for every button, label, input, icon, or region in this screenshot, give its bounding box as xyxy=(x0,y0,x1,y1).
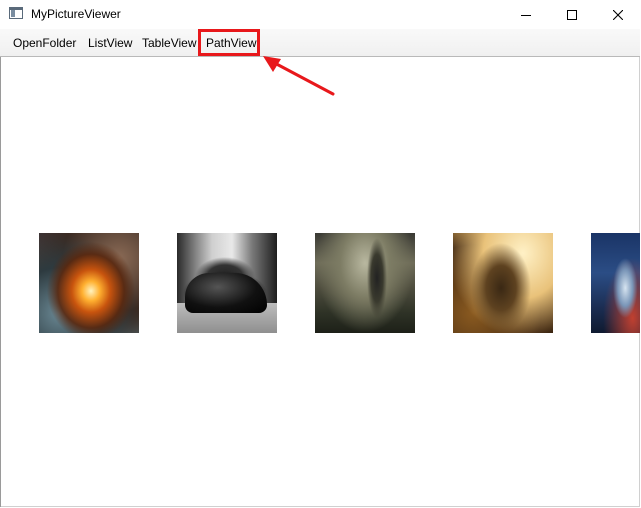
window-title: MyPictureViewer xyxy=(31,7,121,21)
minimize-button[interactable] xyxy=(503,0,549,29)
content-left-border xyxy=(0,57,1,507)
menu-item-tableview[interactable]: TableView xyxy=(142,29,196,57)
close-icon xyxy=(613,9,623,20)
annotation-highlight-box xyxy=(198,29,260,56)
thumbnail-ruins-image[interactable] xyxy=(315,233,415,333)
minimize-icon xyxy=(521,14,531,16)
title-bar[interactable]: MyPictureViewer xyxy=(0,0,640,29)
menu-item-openfolder[interactable]: OpenFolder xyxy=(13,29,76,57)
thumbnail-warrior-image[interactable] xyxy=(453,233,553,333)
thumbnail-city-night-image[interactable] xyxy=(591,233,640,333)
maximize-button[interactable] xyxy=(549,0,595,29)
app-window: MyPictureViewer OpenFolder ListView Tabl… xyxy=(0,0,640,507)
app-window-icon xyxy=(9,7,23,19)
menu-item-listview[interactable]: ListView xyxy=(88,29,132,57)
thumbnail-explosion-image[interactable] xyxy=(39,233,139,333)
maximize-icon xyxy=(567,9,577,20)
thumbnail-car-image[interactable] xyxy=(177,233,277,333)
close-button[interactable] xyxy=(595,0,641,29)
